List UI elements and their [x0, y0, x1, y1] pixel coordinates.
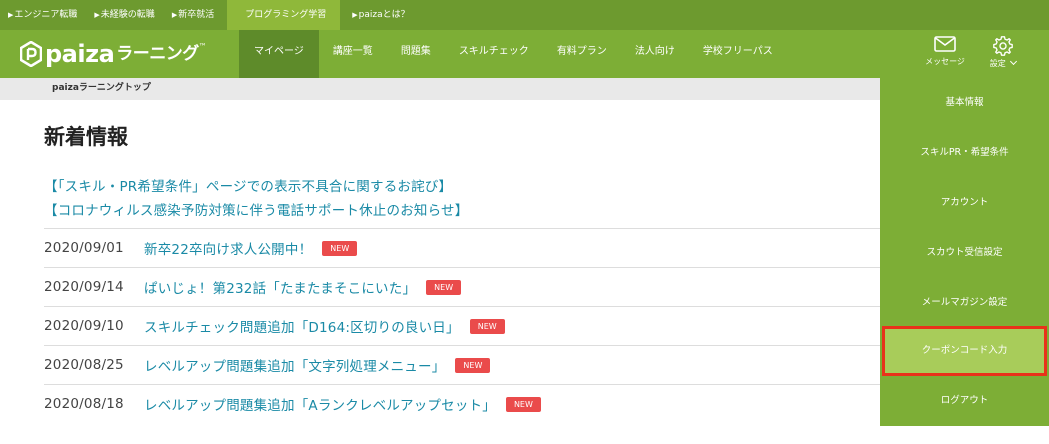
- nav-item-mypage[interactable]: マイページ: [239, 30, 319, 78]
- top-link-label: 未経験の転職: [100, 10, 155, 20]
- top-link-engineer-career[interactable]: ▶エンジニア転職: [0, 0, 86, 30]
- top-link-programming-learning[interactable]: プログラミング学習: [227, 0, 341, 30]
- news-date: 2020/08/25: [44, 357, 124, 373]
- page-title: 新着情報: [44, 125, 128, 149]
- messages-button[interactable]: メッセージ: [921, 36, 969, 67]
- top-bar: ▶エンジニア転職 ▶未経験の転職 ▶新卒就活 プログラミング学習 ▶paizaと…: [0, 0, 1049, 30]
- news-row: 2020/09/01 新卒22卒向け求人公開中！ NEW: [44, 228, 880, 267]
- settings-item-account[interactable]: アカウント: [880, 178, 1049, 228]
- nav-item-skill-check[interactable]: スキルチェック: [445, 30, 543, 78]
- settings-label: 設定: [989, 59, 1006, 68]
- main-nav: paiza ラーニング ™ マイページ 講座一覧 問題集 スキルチェック 有料プ…: [0, 30, 1049, 78]
- arrow-right-icon: ▶: [352, 11, 358, 19]
- nav-item-problems[interactable]: 問題集: [387, 30, 445, 78]
- nav-menu: マイページ 講座一覧 問題集 スキルチェック 有料プラン 法人向け 学校フリーパ…: [239, 30, 787, 78]
- new-badge: NEW: [426, 279, 462, 295]
- settings-item-mail-magazine[interactable]: メールマガジン設定: [880, 278, 1049, 328]
- notice-link[interactable]: 【コロナウィルス感染予防対策に伴う電話サポート休止のお知らせ】: [44, 199, 468, 219]
- breadcrumb-current[interactable]: paizaラーニングトップ: [52, 78, 151, 98]
- logo-trademark: ™: [198, 42, 207, 51]
- nav-item-paid-plan[interactable]: 有料プラン: [543, 30, 621, 78]
- chevron-down-icon: [1010, 57, 1018, 66]
- news-link[interactable]: 新卒22卒向け求人公開中！: [144, 238, 312, 258]
- top-link-label: paizaとは？: [358, 10, 410, 20]
- top-link-label: 新卒就活: [178, 10, 215, 20]
- top-link-about-paiza[interactable]: ▶paizaとは？: [344, 0, 418, 30]
- top-link-label: エンジニア転職: [14, 10, 78, 20]
- paiza-learning-logo[interactable]: paiza ラーニング ™: [20, 38, 207, 70]
- top-links: ▶エンジニア転職 ▶未経験の転職 ▶新卒就活 プログラミング学習 ▶paizaと…: [0, 0, 419, 30]
- settings-label-row: 設定: [985, 57, 1021, 69]
- notice-link[interactable]: 【「スキル・PR希望条件」ページでの表示不具合に関するお詫び】: [44, 175, 452, 195]
- nav-item-school-freepass[interactable]: 学校フリーパス: [689, 30, 787, 78]
- settings-item-skill-pr[interactable]: スキルPR・希望条件: [880, 128, 1049, 178]
- settings-button[interactable]: 設定: [985, 36, 1021, 69]
- new-badge: NEW: [322, 240, 358, 256]
- arrow-right-icon: ▶: [8, 11, 14, 19]
- news-date: 2020/09/01: [44, 240, 124, 256]
- settings-item-coupon-code[interactable]: クーポンコード入力: [882, 326, 1047, 376]
- new-badge: NEW: [505, 396, 541, 412]
- news-row: 2020/08/25 レベルアップ問題集追加「文字列処理メニュー」 NEW: [44, 345, 880, 384]
- news-row: 2020/09/10 スキルチェック問題追加「D164:区切りの良い日」 NEW: [44, 306, 880, 345]
- top-link-inexperienced-career[interactable]: ▶未経験の転職: [86, 0, 163, 30]
- settings-item-scout[interactable]: スカウト受信設定: [880, 228, 1049, 278]
- settings-item-logout[interactable]: ログアウト: [880, 376, 1049, 426]
- news-date: 2020/08/18: [44, 396, 124, 412]
- news-link[interactable]: ぱいじょ！第232話「たまたまそこにいた」: [144, 277, 416, 297]
- news-link[interactable]: レベルアップ問題集追加「文字列処理メニュー」: [144, 355, 445, 375]
- news-list: 2020/09/01 新卒22卒向け求人公開中！ NEW 2020/09/14 …: [44, 228, 880, 423]
- top-link-label: プログラミング学習: [245, 10, 327, 20]
- news-date: 2020/09/14: [44, 279, 124, 295]
- new-badge: NEW: [455, 357, 491, 373]
- new-badge: NEW: [469, 318, 505, 334]
- news-date: 2020/09/10: [44, 318, 124, 334]
- paiza-logo-icon: [20, 41, 42, 67]
- main-content: 新着情報 【「スキル・PR希望条件」ページでの表示不具合に関するお詫び】 【コロ…: [0, 100, 880, 444]
- page: ▶エンジニア転職 ▶未経験の転職 ▶新卒就活 プログラミング学習 ▶paizaと…: [0, 0, 1049, 444]
- top-link-new-grad[interactable]: ▶新卒就活: [164, 0, 223, 30]
- arrow-right-icon: ▶: [171, 11, 178, 19]
- logo-sub-text: ラーニング: [116, 44, 199, 64]
- settings-item-basic-info[interactable]: 基本情報: [880, 78, 1049, 128]
- gear-icon: [993, 36, 1013, 56]
- logo-brand-text: paiza: [45, 40, 115, 68]
- news-link[interactable]: レベルアップ問題集追加「Aランクレベルアップセット」: [144, 394, 496, 414]
- news-row: 2020/09/14 ぱいじょ！第232話「たまたまそこにいた」 NEW: [44, 267, 880, 306]
- arrow-right-icon: ▶: [94, 11, 100, 19]
- nav-item-courses[interactable]: 講座一覧: [319, 30, 387, 78]
- messages-label: メッセージ: [925, 57, 965, 66]
- news-row: 2020/08/18 レベルアップ問題集追加「Aランクレベルアップセット」 NE…: [44, 384, 880, 423]
- envelope-icon: [934, 36, 956, 52]
- nav-item-corporate[interactable]: 法人向け: [621, 30, 689, 78]
- news-link[interactable]: スキルチェック問題追加「D164:区切りの良い日」: [144, 316, 460, 336]
- settings-dropdown: 基本情報 スキルPR・希望条件 アカウント スカウト受信設定 メールマガジン設定…: [880, 78, 1049, 426]
